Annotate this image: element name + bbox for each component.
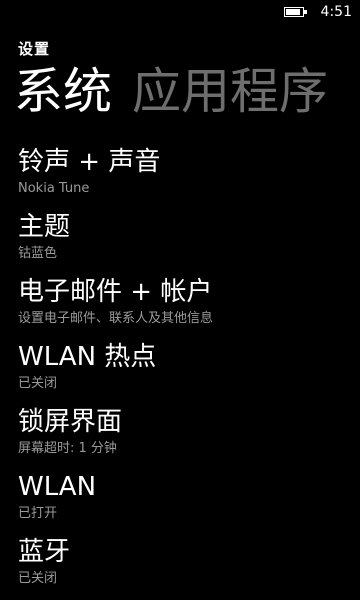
app-title: 设置 [18, 40, 51, 58]
settings-item-subtitle: 已关闭 [18, 571, 58, 586]
settings-item-wlan[interactable]: WLAN 已打开 [18, 469, 360, 534]
status-time: 4:51 [320, 4, 352, 20]
pivot-tab-system[interactable]: 系统 [14, 60, 112, 124]
settings-item-title: 电子邮件 + 帐户 [18, 277, 213, 307]
pivot-header: 系统 应用程序 [14, 60, 348, 124]
settings-item-subtitle: 已关闭 [18, 376, 58, 391]
settings-item-subtitle: Nokia Tune [18, 181, 90, 196]
settings-item-title: 蓝牙 [18, 537, 71, 567]
settings-item-theme[interactable]: 主题 钴蓝色 [18, 209, 360, 274]
settings-item-ringtones-sounds[interactable]: 铃声 + 声音 Nokia Tune [18, 144, 360, 209]
settings-item-bluetooth[interactable]: 蓝牙 已关闭 [18, 534, 360, 599]
settings-item-title: WLAN [18, 472, 97, 502]
settings-item-title: WLAN 热点 [18, 342, 157, 372]
settings-item-title: 锁屏界面 [18, 407, 123, 437]
settings-item-lock-screen[interactable]: 锁屏界面 屏幕超时: 1 分钟 [18, 404, 360, 469]
settings-item-title: 主题 [18, 212, 71, 242]
settings-item-subtitle: 钴蓝色 [18, 246, 58, 261]
settings-item-email-accounts[interactable]: 电子邮件 + 帐户 设置电子邮件、联系人及其他信息 [18, 274, 360, 339]
battery-level-fill [286, 9, 300, 15]
battery-tip [304, 10, 307, 14]
settings-list: 铃声 + 声音 Nokia Tune 主题 钴蓝色 电子邮件 + 帐户 设置电子… [18, 144, 360, 599]
settings-item-wlan-hotspot[interactable]: WLAN 热点 已关闭 [18, 339, 360, 404]
settings-item-title: 铃声 + 声音 [18, 147, 161, 177]
settings-item-subtitle: 已打开 [18, 506, 58, 521]
status-bar: 4:51 [0, 0, 360, 26]
settings-item-subtitle: 屏幕超时: 1 分钟 [18, 441, 117, 456]
pivot-tab-applications[interactable]: 应用程序 [132, 60, 328, 124]
settings-item-subtitle: 设置电子邮件、联系人及其他信息 [18, 311, 214, 326]
battery-icon [284, 7, 307, 17]
